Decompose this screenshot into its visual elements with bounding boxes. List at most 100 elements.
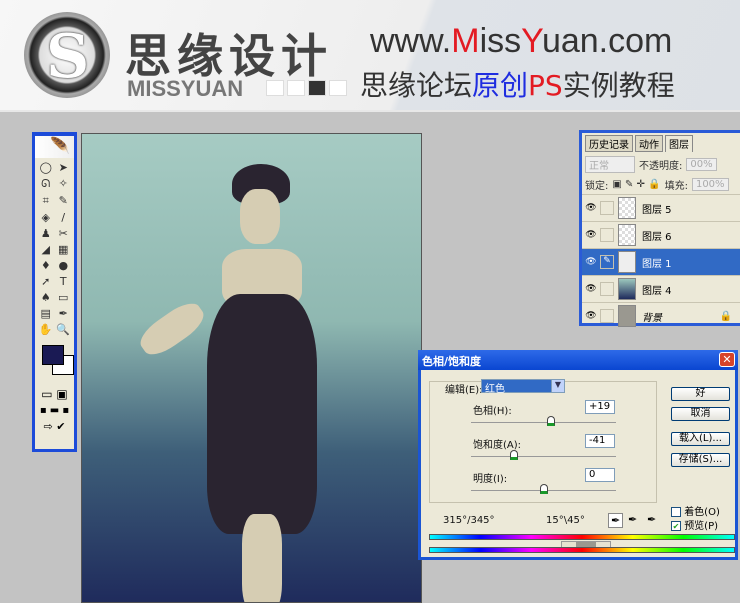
link-icon[interactable] [600,228,614,242]
lock-label: 锁定: [585,181,609,192]
hue-slider-handle[interactable] [547,416,556,426]
layer-row[interactable]: 👁 图层 4 [582,275,740,302]
tool-button[interactable]: ▦ [55,243,73,256]
brand-name-en: MISSYUAN [127,76,244,101]
saturation-label: 饱和度(A): [473,440,522,451]
load-button[interactable]: 载入(L)... [671,432,730,446]
tool-button[interactable]: ➚ [37,275,55,288]
tool-button[interactable]: ⌗ [37,194,55,208]
tool-button[interactable]: ✎ [55,194,73,208]
tool-button[interactable]: ▭ [55,291,73,304]
link-icon[interactable] [600,201,614,215]
edit-label: 编辑(E): [445,385,483,396]
hue-slider[interactable] [471,422,616,423]
tool-button[interactable]: T [55,275,73,288]
layer-list: 👁 图层 5 👁 图层 6 👁 ✎ 图层 1 👁 图层 4 👁 背景 🔒 [582,194,740,329]
tool-button[interactable]: ◈ [37,211,55,224]
face [240,189,280,244]
panel-tabs: 历史记录 动作 图层 [582,133,740,154]
tool-button[interactable]: ✋ [37,323,55,336]
layer-row[interactable]: 👁 图层 5 [582,194,740,221]
tool-button[interactable]: ▤ [37,307,55,320]
tool-grid: ◯ ➤ ᘏ ✧ ⌗ ✎ ◈ / ♟ ✂ ◢ ▦ ♦ ● ➚ T ♠ ▭ ▤ ✒ ✋ 🔍 [35,158,74,339]
feather-icon: 🪶 [35,136,74,158]
layer-thumbnail [618,278,636,300]
dialog-titlebar: 色相/饱和度 ✕ [418,350,738,370]
eyedropper-plus-icon[interactable]: ✒ [628,513,637,526]
tool-button[interactable]: ◯ [37,161,55,174]
lock-icon: 🔒 [719,310,732,322]
deco-square [266,80,284,96]
eye-icon[interactable]: 👁 [582,257,600,267]
layer-row[interactable]: 👁 图层 6 [582,221,740,248]
layer-thumbnail [618,251,636,273]
tool-button[interactable]: ♠ [37,291,55,304]
lightness-slider-handle[interactable] [539,484,548,494]
tool-button[interactable]: ✂ [55,227,73,240]
link-icon[interactable] [600,282,614,296]
tool-button[interactable]: ➤ [55,161,73,174]
link-icon[interactable]: ✎ [600,255,614,269]
chevron-down-icon[interactable]: ▼ [551,379,565,393]
screen-mode-icons[interactable]: ▪ ▬ ▪ [35,405,74,416]
lightness-input[interactable]: 0 [585,468,615,482]
colorize-checkbox[interactable]: 着色(O) [671,503,720,518]
foreground-color[interactable] [42,345,64,365]
lock-icons[interactable]: ▣ ✎ ✛ 🔒 [612,179,660,190]
tool-button[interactable]: ✒ [55,307,73,320]
hue-input[interactable]: +19 [585,400,615,414]
color-swatches [38,343,74,383]
range-right-label: 15°\45° [546,515,585,526]
save-button[interactable]: 存储(S)... [671,453,730,467]
cancel-button[interactable]: 取消 [671,407,730,421]
eyedropper-icon[interactable]: ✒ [608,513,624,528]
eye-icon[interactable]: 👁 [582,203,600,213]
dress [207,294,317,534]
tab-history[interactable]: 历史记录 [585,135,633,152]
slogan: 思缘论坛原创PS实例教程 [360,69,675,102]
deco-square [329,80,347,96]
jump-to-icon[interactable]: ⇨ ✔ [35,420,74,433]
logo-icon: S [24,12,110,98]
layer-row[interactable]: 👁 背景 🔒 [582,302,740,329]
layer-name: 图层 4 [642,285,672,297]
link-icon[interactable] [600,309,614,323]
layer-row[interactable]: 👁 ✎ 图层 1 [582,248,740,275]
saturation-input[interactable]: -41 [585,434,615,448]
deco-square [287,80,305,96]
opacity-input[interactable]: 00% [686,158,717,171]
range-left-label: 315°/345° [443,515,495,526]
layer-thumbnail [618,224,636,246]
tool-button[interactable]: ✧ [55,177,73,191]
tool-button[interactable]: ᘏ [37,177,55,191]
tab-layers[interactable]: 图层 [665,135,693,152]
eyedropper-minus-icon[interactable]: ✒ [647,513,656,526]
hue-label: 色相(H): [473,406,512,417]
saturation-slider-handle[interactable] [509,450,518,460]
blend-mode-select[interactable]: 正常 [585,156,635,173]
preview-checkbox[interactable]: ✔ 预览(P) [671,517,718,532]
ok-button[interactable]: 好 [671,387,730,401]
tool-button[interactable]: ● [55,259,73,272]
layer-name: 图层 6 [642,231,672,243]
layer-thumbnail [618,305,636,327]
banner: S 思缘设计 MISSYUAN www.MissYuan.com 思缘论坛原创P… [0,0,740,112]
eye-icon[interactable]: 👁 [582,284,600,294]
tool-button[interactable]: ♟ [37,227,55,240]
deco-square [308,80,326,96]
tool-button[interactable]: ◢ [37,243,55,256]
tool-button[interactable]: 🔍 [55,323,73,336]
tool-button[interactable]: ♦ [37,259,55,272]
image-canvas[interactable] [81,133,422,603]
layer-name: 背景 [642,312,662,324]
close-icon[interactable]: ✕ [719,352,735,367]
tool-button[interactable]: / [55,211,73,224]
eye-icon[interactable]: 👁 [582,230,600,240]
quick-mask-icons[interactable]: ▭ ▣ [35,387,74,401]
fill-input[interactable]: 100% [691,178,729,191]
eye-icon[interactable]: 👁 [582,311,600,321]
layer-name: 图层 5 [642,204,672,216]
site-url[interactable]: www.MissYuan.com [370,22,672,61]
tab-actions[interactable]: 动作 [635,135,663,152]
saturation-slider[interactable] [471,456,616,457]
